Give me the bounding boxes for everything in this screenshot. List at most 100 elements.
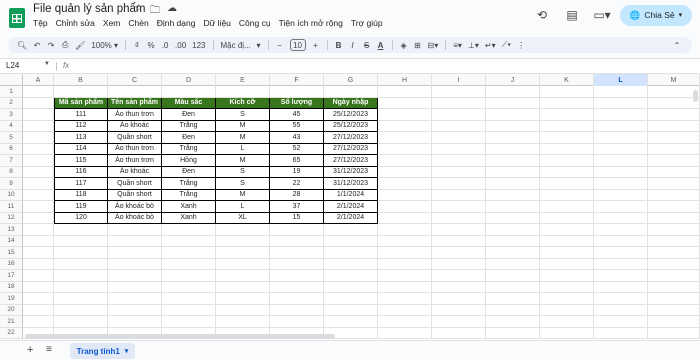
cell[interactable] (54, 293, 108, 305)
cell[interactable] (162, 270, 216, 282)
table-cell[interactable]: M (216, 120, 270, 132)
percent-format-button[interactable]: % (144, 37, 158, 53)
cell[interactable] (23, 109, 54, 121)
table-cell[interactable]: Xanh (162, 212, 216, 224)
italic-button[interactable]: I (346, 37, 360, 53)
cell[interactable] (540, 143, 594, 155)
cell[interactable] (540, 327, 594, 339)
column-header[interactable]: I (432, 74, 486, 86)
menu-item[interactable]: Chỉnh sửa (56, 18, 95, 28)
undo-icon[interactable]: ↶ (30, 37, 44, 53)
cell[interactable] (23, 316, 54, 328)
cell[interactable] (648, 166, 700, 178)
cell[interactable] (23, 258, 54, 270)
cell[interactable] (54, 258, 108, 270)
cell[interactable] (648, 258, 700, 270)
cell[interactable] (378, 281, 432, 293)
cell[interactable] (378, 178, 432, 190)
table-cell[interactable]: 27/12/2023 (324, 132, 378, 144)
column-header[interactable]: B (54, 74, 108, 86)
increase-decimal-button[interactable]: .00 (172, 37, 189, 53)
font-size-input[interactable]: 10 (287, 37, 309, 53)
paint-format-icon[interactable]: 🖌︎ (72, 37, 88, 53)
row-header[interactable]: 7 (0, 155, 23, 167)
column-header[interactable]: G (324, 74, 378, 86)
column-header[interactable]: J (486, 74, 540, 86)
cell[interactable] (23, 201, 54, 213)
cell[interactable] (23, 293, 54, 305)
table-cell[interactable]: 55 (270, 120, 324, 132)
cell[interactable] (486, 178, 540, 190)
table-cell[interactable]: 25/12/2023 (324, 109, 378, 121)
cell[interactable] (270, 270, 324, 282)
cell[interactable] (432, 270, 486, 282)
cell[interactable] (54, 281, 108, 293)
cell[interactable] (540, 166, 594, 178)
cell[interactable] (594, 166, 648, 178)
cell[interactable] (540, 212, 594, 224)
cell[interactable] (216, 304, 270, 316)
cell[interactable] (270, 224, 324, 236)
row-header[interactable]: 22 (0, 327, 23, 339)
cell[interactable] (432, 178, 486, 190)
cell[interactable] (648, 201, 700, 213)
font-size-decrease-button[interactable]: − (273, 37, 287, 53)
sheet-tab[interactable]: Trang tính1 ▾ (70, 343, 135, 359)
cell[interactable] (594, 224, 648, 236)
table-cell[interactable]: S (216, 166, 270, 178)
cell[interactable] (378, 155, 432, 167)
column-header[interactable]: A (23, 74, 54, 86)
cell[interactable] (378, 120, 432, 132)
table-header-cell[interactable]: Ngày nhập (324, 97, 378, 109)
cell[interactable] (23, 86, 54, 98)
menu-item[interactable]: Tệp (33, 18, 48, 28)
row-header[interactable]: 3 (0, 109, 23, 121)
cell[interactable] (23, 235, 54, 247)
share-button[interactable]: 🌐 Chia Sẻ ▾ (620, 4, 692, 26)
cell[interactable] (378, 86, 432, 98)
cell[interactable] (648, 109, 700, 121)
cell[interactable] (23, 97, 54, 109)
cell[interactable] (216, 86, 270, 98)
cell[interactable] (540, 155, 594, 167)
font-size-increase-button[interactable]: + (309, 37, 323, 53)
cell[interactable] (378, 316, 432, 328)
cell[interactable] (108, 293, 162, 305)
cell[interactable] (648, 178, 700, 190)
cell[interactable] (432, 247, 486, 259)
table-cell[interactable]: 113 (54, 132, 108, 144)
more-formats-button[interactable]: 123 (189, 37, 208, 53)
cell[interactable] (378, 270, 432, 282)
cell[interactable] (23, 224, 54, 236)
table-cell[interactable]: 118 (54, 189, 108, 201)
spreadsheet-grid[interactable]: ABCDEFGHIJKLM 1 2 Mã sản phẩm Tên sản phẩm M… (0, 74, 700, 340)
cell[interactable] (486, 201, 540, 213)
table-header-cell[interactable]: Mã sản phẩm (54, 97, 108, 109)
cell[interactable] (270, 247, 324, 259)
row-header[interactable]: 12 (0, 212, 23, 224)
cell[interactable] (162, 258, 216, 270)
cell[interactable] (486, 270, 540, 282)
table-cell[interactable]: Áo thun trơn (108, 143, 162, 155)
table-cell[interactable]: Trắng (162, 120, 216, 132)
cell[interactable] (23, 178, 54, 190)
cell[interactable] (594, 293, 648, 305)
table-cell[interactable]: S (216, 109, 270, 121)
row-header[interactable]: 17 (0, 270, 23, 282)
cell[interactable] (324, 258, 378, 270)
cell[interactable] (108, 86, 162, 98)
horizontal-scrollbar[interactable] (25, 334, 335, 339)
cell[interactable] (162, 281, 216, 293)
cell[interactable] (540, 201, 594, 213)
cell[interactable] (23, 247, 54, 259)
table-cell[interactable]: 111 (54, 109, 108, 121)
cell[interactable] (594, 109, 648, 121)
cell[interactable] (540, 86, 594, 98)
cell[interactable] (270, 281, 324, 293)
row-header[interactable]: 9 (0, 178, 23, 190)
collapse-toolbar-icon[interactable]: ⌃ (670, 37, 684, 53)
table-cell[interactable]: Quần short (108, 178, 162, 190)
cell[interactable] (378, 97, 432, 109)
table-cell[interactable]: Đen (162, 132, 216, 144)
cell[interactable] (432, 166, 486, 178)
